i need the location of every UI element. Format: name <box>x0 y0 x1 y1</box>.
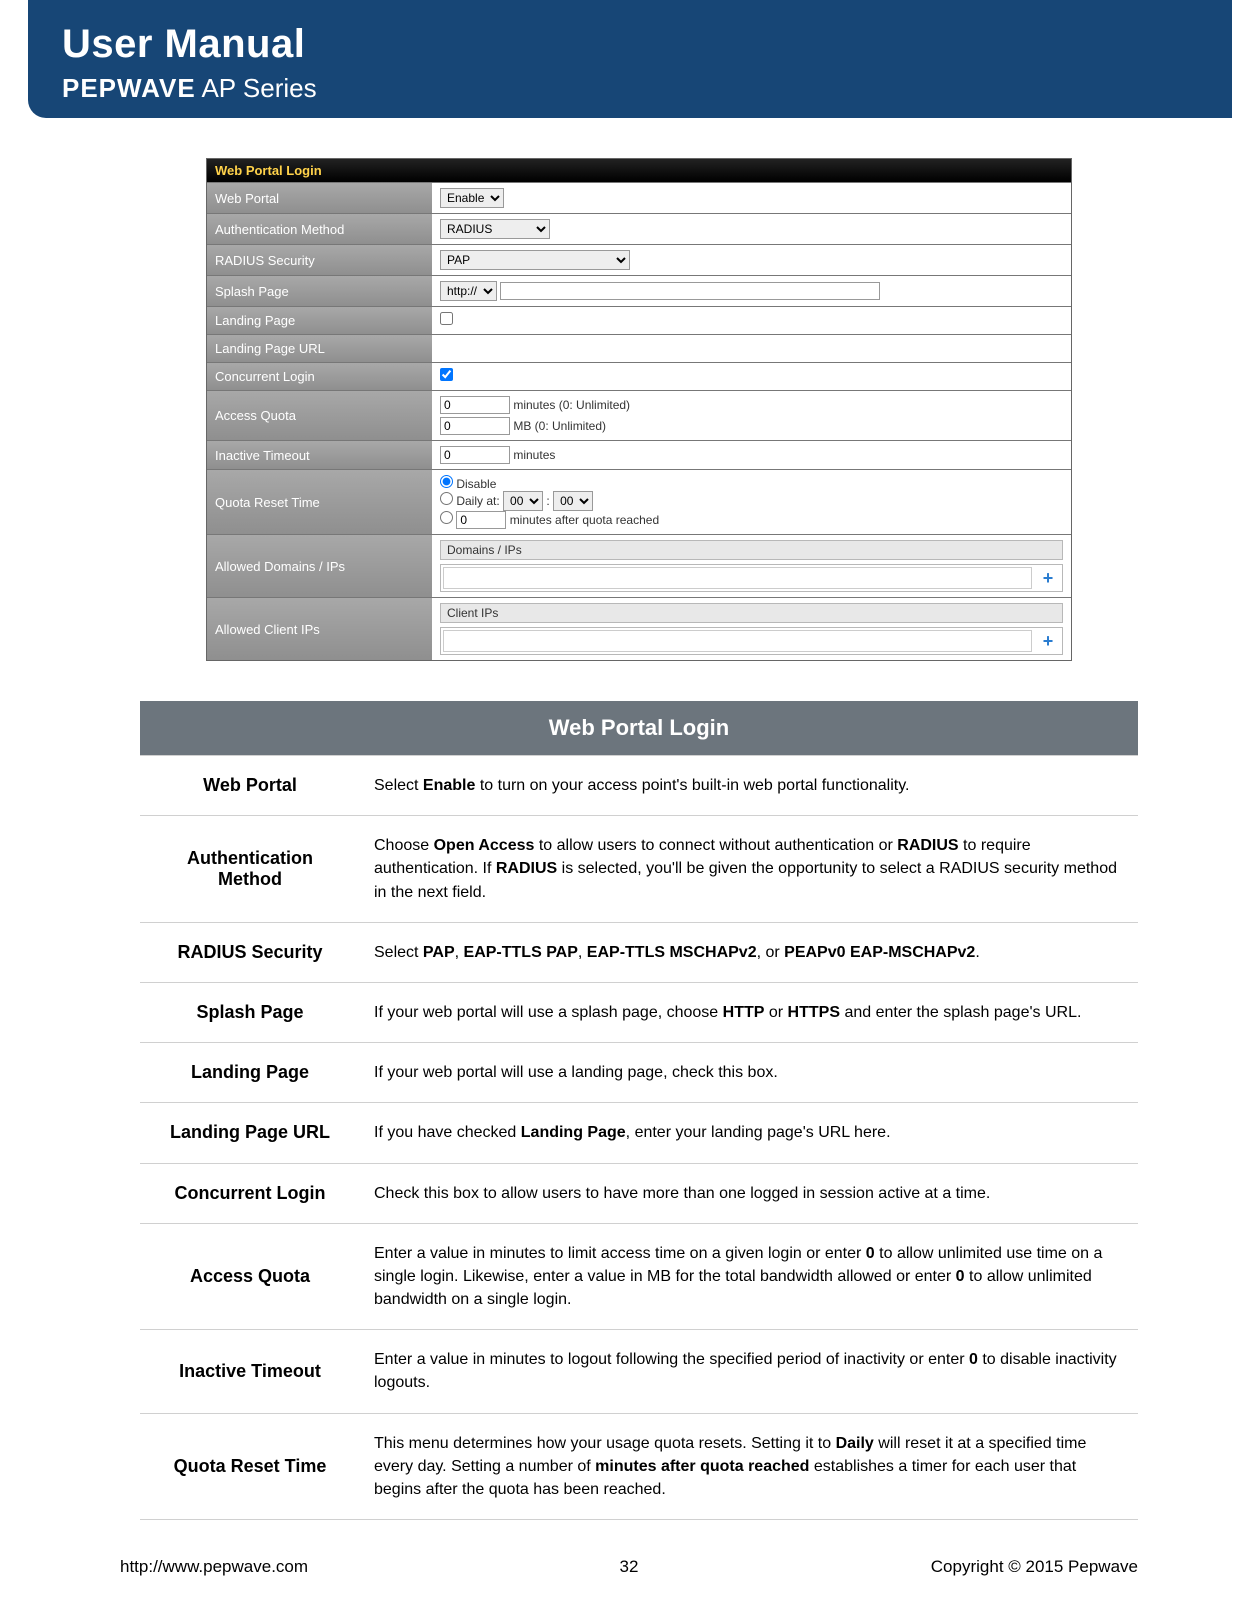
desc-label: Concurrent Login <box>140 1163 360 1223</box>
quota-mb-suffix: MB (0: Unlimited) <box>513 419 606 433</box>
inactive-timeout-input[interactable] <box>440 446 510 464</box>
concurrent-login-checkbox[interactable] <box>440 368 453 381</box>
landing-page-checkbox[interactable] <box>440 312 453 325</box>
label-concurrent-login: Concurrent Login <box>207 363 432 390</box>
quota-reset-hour-select[interactable]: 00 <box>503 491 543 511</box>
desc-row: Concurrent LoginCheck this box to allow … <box>140 1163 1138 1223</box>
label-auth-method: Authentication Method <box>207 214 432 244</box>
desc-row: Landing PageIf your web portal will use … <box>140 1043 1138 1103</box>
doc-subtitle: PEPWAVE AP Series <box>62 73 1198 104</box>
desc-label: RADIUS Security <box>140 922 360 982</box>
desc-row: Landing Page URLIf you have checked Land… <box>140 1103 1138 1163</box>
quota-reset-daily-radio[interactable] <box>440 492 453 505</box>
desc-row: Web PortalSelect Enable to turn on your … <box>140 756 1138 816</box>
splash-scheme-select[interactable]: http:// <box>440 281 497 301</box>
desc-label: Quota Reset Time <box>140 1413 360 1520</box>
label-landing-page-url: Landing Page URL <box>207 335 432 362</box>
auth-method-select[interactable]: RADIUS <box>440 219 550 239</box>
quota-mb-input[interactable] <box>440 417 510 435</box>
desc-text: Check this box to allow users to have mo… <box>360 1163 1138 1223</box>
config-title: Web Portal Login <box>207 159 1071 182</box>
desc-header: Web Portal Login <box>140 701 1138 756</box>
desc-text: If your web portal will use a landing pa… <box>360 1043 1138 1103</box>
doc-header: User Manual PEPWAVE AP Series <box>28 0 1232 118</box>
desc-row: Quota Reset TimeThis menu determines how… <box>140 1413 1138 1520</box>
inactive-timeout-suffix: minutes <box>513 448 555 462</box>
desc-row: Splash PageIf your web portal will use a… <box>140 982 1138 1042</box>
label-quota-reset: Quota Reset Time <box>207 470 432 534</box>
add-client-button[interactable]: + <box>1034 628 1062 654</box>
add-domain-button[interactable]: + <box>1034 565 1062 591</box>
quota-reset-min-select[interactable]: 00 <box>553 491 593 511</box>
desc-label: Access Quota <box>140 1223 360 1330</box>
desc-row: Inactive TimeoutEnter a value in minutes… <box>140 1330 1138 1413</box>
quota-minutes-suffix: minutes (0: Unlimited) <box>513 398 630 412</box>
page-footer: http://www.pepwave.com 32 Copyright © 20… <box>0 1557 1258 1577</box>
doc-title: User Manual <box>62 22 1198 67</box>
label-landing-page: Landing Page <box>207 307 432 334</box>
desc-text: Enter a value in minutes to logout follo… <box>360 1330 1138 1413</box>
desc-label: Inactive Timeout <box>140 1330 360 1413</box>
desc-text: Enter a value in minutes to limit access… <box>360 1223 1138 1330</box>
desc-label: Splash Page <box>140 982 360 1042</box>
desc-text: Choose Open Access to allow users to con… <box>360 816 1138 923</box>
label-inactive-timeout: Inactive Timeout <box>207 441 432 469</box>
desc-text: Select Enable to turn on your access poi… <box>360 756 1138 816</box>
footer-url: http://www.pepwave.com <box>120 1557 308 1577</box>
quota-minutes-input[interactable] <box>440 396 510 414</box>
desc-text: Select PAP, EAP-TTLS PAP, EAP-TTLS MSCHA… <box>360 922 1138 982</box>
desc-row: Authentication MethodChoose Open Access … <box>140 816 1138 923</box>
label-radius-security: RADIUS Security <box>207 245 432 275</box>
allowed-domains-header: Domains / IPs <box>440 540 1063 560</box>
label-access-quota: Access Quota <box>207 391 432 440</box>
desc-label: Landing Page <box>140 1043 360 1103</box>
allowed-clients-header: Client IPs <box>440 603 1063 623</box>
desc-row: RADIUS SecuritySelect PAP, EAP-TTLS PAP,… <box>140 922 1138 982</box>
footer-page: 32 <box>620 1557 639 1577</box>
footer-copyright: Copyright © 2015 Pepwave <box>931 1557 1138 1577</box>
quota-reset-disable-radio[interactable] <box>440 475 453 488</box>
desc-row: Access QuotaEnter a value in minutes to … <box>140 1223 1138 1330</box>
desc-text: If your web portal will use a splash pag… <box>360 982 1138 1042</box>
config-panel: Web Portal Login Web Portal Enable Authe… <box>206 158 1072 661</box>
desc-label: Landing Page URL <box>140 1103 360 1163</box>
desc-label: Web Portal <box>140 756 360 816</box>
web-portal-select[interactable]: Enable <box>440 188 504 208</box>
allowed-domains-input[interactable] <box>443 567 1032 589</box>
radius-security-select[interactable]: PAP <box>440 250 630 270</box>
desc-text: If you have checked Landing Page, enter … <box>360 1103 1138 1163</box>
label-allowed-clients: Allowed Client IPs <box>207 598 432 660</box>
desc-text: This menu determines how your usage quot… <box>360 1413 1138 1520</box>
quota-reset-after-input[interactable] <box>456 511 506 529</box>
quota-reset-after-radio[interactable] <box>440 511 453 524</box>
label-web-portal: Web Portal <box>207 183 432 213</box>
allowed-clients-input[interactable] <box>443 630 1032 652</box>
description-table: Web Portal Login Web PortalSelect Enable… <box>140 701 1138 1520</box>
desc-label: Authentication Method <box>140 816 360 923</box>
splash-url-input[interactable] <box>500 282 880 300</box>
label-splash-page: Splash Page <box>207 276 432 306</box>
label-allowed-domains: Allowed Domains / IPs <box>207 535 432 597</box>
